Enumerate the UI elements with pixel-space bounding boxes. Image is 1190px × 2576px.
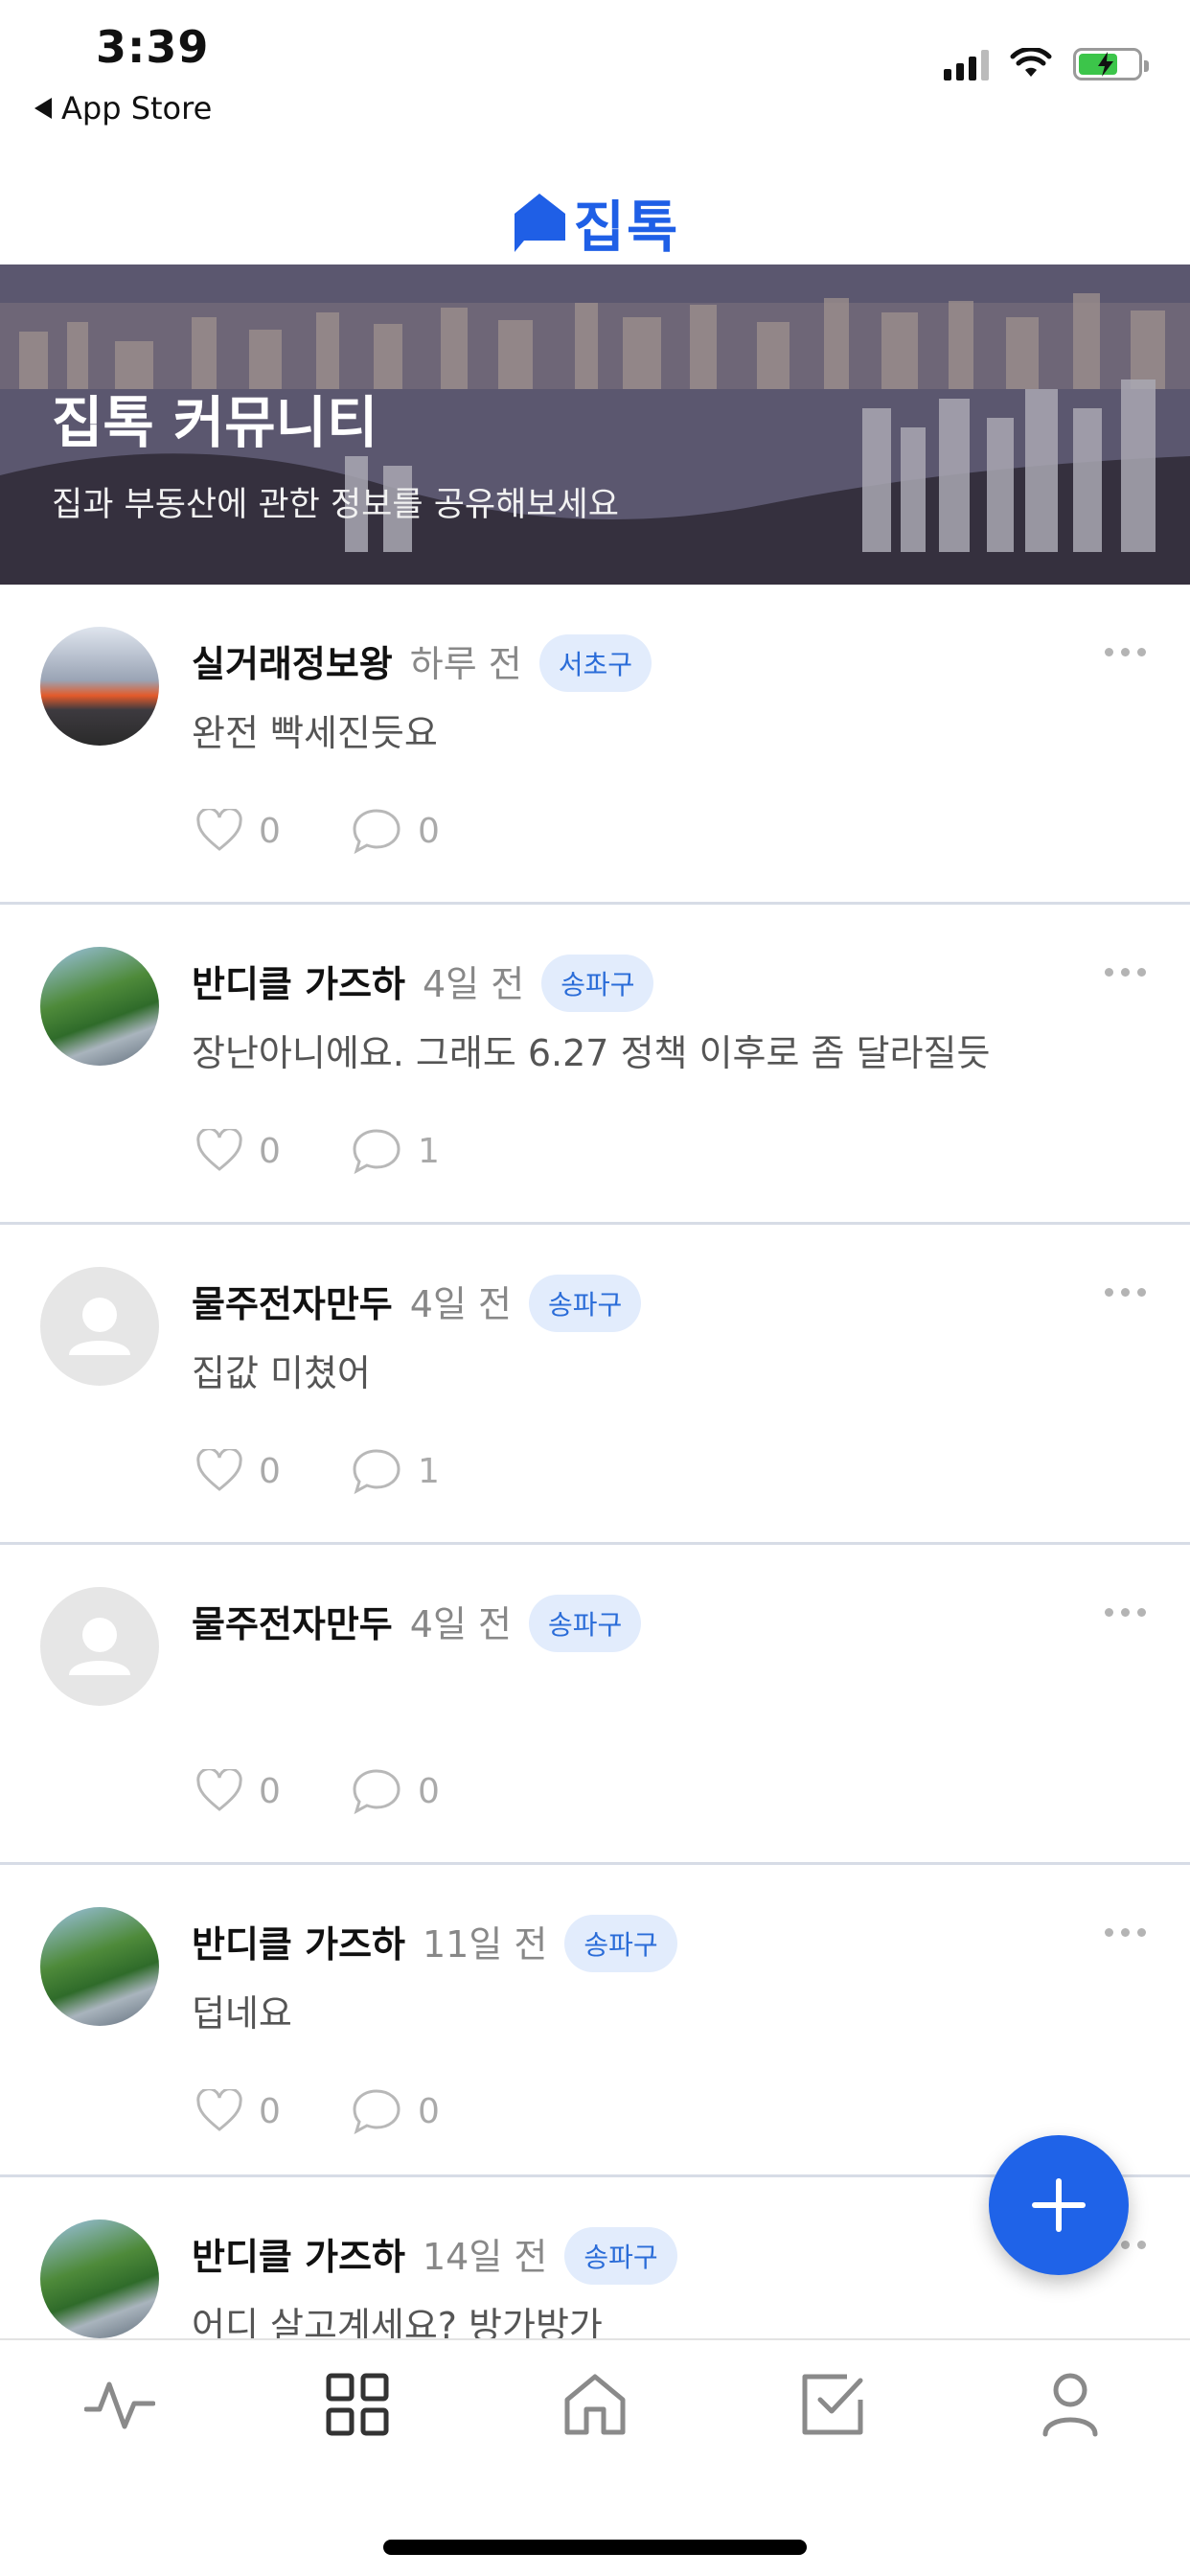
cellular-signal-icon: [944, 48, 989, 80]
post-content: 완전 빡세진듯요: [192, 712, 438, 754]
post-content: 장난아니에요. 그래도 6.27 정책 이후로 좀 달라질듯: [192, 1032, 991, 1074]
tab-profile[interactable]: [1027, 2361, 1113, 2448]
plus-icon: [1032, 2178, 1086, 2232]
default-avatar-icon[interactable]: [40, 1587, 159, 1706]
community-banner: 집톡 커뮤니티 집과 부동산에 관한 정보를 공유해보세요: [0, 264, 1190, 585]
region-badge: 서초구: [538, 633, 652, 692]
banner-subtitle: 집과 부동산에 관한 정보를 공유해보세요: [52, 486, 619, 524]
tab-home[interactable]: [552, 2361, 638, 2448]
activity-icon: [84, 2381, 155, 2429]
post-item[interactable]: 반디클 가즈하 11일 전 송파구 덥네요 0 0: [0, 1865, 1190, 2177]
heart-icon[interactable]: [195, 1129, 243, 1173]
post-time: 4일 전: [409, 1603, 512, 1645]
comment-icon[interactable]: [351, 1127, 402, 1175]
status-icons: [944, 48, 1149, 80]
author-name[interactable]: 반디클 가즈하: [192, 2236, 405, 2278]
post-time: 4일 전: [423, 963, 525, 1005]
post-time: 하루 전: [409, 643, 522, 685]
back-to-app-store[interactable]: App Store: [34, 90, 212, 126]
avatar[interactable]: [40, 1907, 159, 2026]
author-name[interactable]: 반디클 가즈하: [192, 1923, 405, 1966]
comment-count: 0: [418, 811, 440, 851]
like-count: 0: [259, 1451, 281, 1491]
post-time: 11일 전: [423, 1923, 548, 1966]
region-badge: 송파구: [564, 1914, 677, 1972]
post-header: 반디클 가즈하 14일 전 송파구: [192, 2226, 677, 2288]
app-header: 집톡: [0, 182, 1190, 263]
region-badge: 송파구: [528, 1274, 642, 1332]
post-content: 어디 살고계세요? 방가방가: [192, 2305, 603, 2338]
author-name[interactable]: 반디클 가즈하: [192, 963, 405, 1005]
app-logo-text: 집톡: [573, 195, 680, 260]
post-actions: 0 0: [195, 1767, 494, 1815]
banner-title: 집톡 커뮤니티: [52, 390, 378, 455]
grid-icon: [326, 2373, 389, 2436]
home-indicator: [383, 2540, 807, 2555]
comment-icon[interactable]: [351, 807, 402, 855]
wifi-icon: [1010, 48, 1052, 77]
back-app-label: App Store: [61, 90, 213, 126]
post-content: 집값 미쳤어: [192, 1352, 371, 1394]
post-item[interactable]: 물주전자만두 4일 전 송파구 0 0: [0, 1545, 1190, 1865]
author-name[interactable]: 물주전자만두: [192, 1603, 393, 1645]
tab-activity[interactable]: [77, 2361, 163, 2448]
post-header: 반디클 가즈하 11일 전 송파구: [192, 1914, 677, 1976]
battery-icon: [1073, 48, 1149, 80]
heart-icon[interactable]: [195, 1449, 243, 1493]
comment-count: 0: [418, 2091, 440, 2131]
tab-checklist[interactable]: [790, 2361, 876, 2448]
status-bar: 3:39 App Store: [0, 0, 1190, 144]
more-options-icon[interactable]: [1105, 1608, 1146, 1617]
like-count: 0: [259, 1131, 281, 1171]
more-options-icon[interactable]: [1105, 1928, 1146, 1937]
like-count: 0: [259, 2091, 281, 2131]
checklist-icon: [802, 2374, 863, 2435]
author-name[interactable]: 실거래정보왕: [192, 643, 393, 685]
region-badge: 송파구: [528, 1594, 642, 1652]
like-count: 0: [259, 1771, 281, 1811]
heart-icon[interactable]: [195, 2089, 243, 2133]
post-item[interactable]: 실거래정보왕 하루 전 서초구 완전 빡세진듯요 0 0: [0, 585, 1190, 905]
comment-icon[interactable]: [351, 2087, 402, 2135]
post-header: 물주전자만두 4일 전 송파구: [192, 1594, 642, 1656]
region-badge: 송파구: [541, 954, 654, 1012]
comment-icon[interactable]: [351, 1447, 402, 1495]
more-options-icon[interactable]: [1105, 1288, 1146, 1297]
home-icon: [564, 2374, 626, 2435]
more-options-icon[interactable]: [1105, 648, 1146, 656]
post-header: 물주전자만두 4일 전 송파구: [192, 1274, 642, 1336]
post-feed[interactable]: 실거래정보왕 하루 전 서초구 완전 빡세진듯요 0 0 반디클 가즈하 4일 전 송파…: [0, 585, 1190, 2338]
heart-icon[interactable]: [195, 1769, 243, 1813]
post-time: 4일 전: [409, 1283, 512, 1325]
post-item[interactable]: 반디클 가즈하 4일 전 송파구 장난아니에요. 그래도 6.27 정책 이후로 좀…: [0, 905, 1190, 1225]
comment-count: 1: [418, 1451, 440, 1491]
default-avatar-icon[interactable]: [40, 1267, 159, 1386]
heart-icon[interactable]: [195, 809, 243, 853]
post-content: 덥네요: [192, 1992, 292, 2035]
comment-count: 0: [418, 1771, 440, 1811]
avatar[interactable]: [40, 947, 159, 1066]
post-time: 14일 전: [423, 2236, 548, 2278]
post-item[interactable]: 물주전자만두 4일 전 송파구 집값 미쳤어 0 1: [0, 1225, 1190, 1545]
post-actions: 0 0: [195, 807, 494, 855]
post-actions: 0 1: [195, 1447, 494, 1495]
status-time: 3:39: [96, 21, 210, 73]
tab-community[interactable]: [314, 2361, 400, 2448]
author-name[interactable]: 물주전자만두: [192, 1283, 393, 1325]
post-header: 반디클 가즈하 4일 전 송파구: [192, 954, 654, 1016]
region-badge: 송파구: [564, 2226, 677, 2285]
post-header: 실거래정보왕 하루 전 서초구: [192, 633, 652, 696]
profile-icon: [1042, 2373, 1098, 2437]
new-post-button[interactable]: [989, 2135, 1129, 2275]
avatar[interactable]: [40, 627, 159, 746]
like-count: 0: [259, 811, 281, 851]
post-actions: 0 0: [195, 2087, 494, 2135]
house-bubble-logo-icon: [514, 194, 565, 252]
comment-icon[interactable]: [351, 1767, 402, 1815]
post-actions: 0 1: [195, 1127, 494, 1175]
more-options-icon[interactable]: [1105, 968, 1146, 977]
back-arrow-icon: [34, 98, 52, 119]
comment-count: 1: [418, 1131, 440, 1171]
avatar[interactable]: [40, 2220, 159, 2338]
